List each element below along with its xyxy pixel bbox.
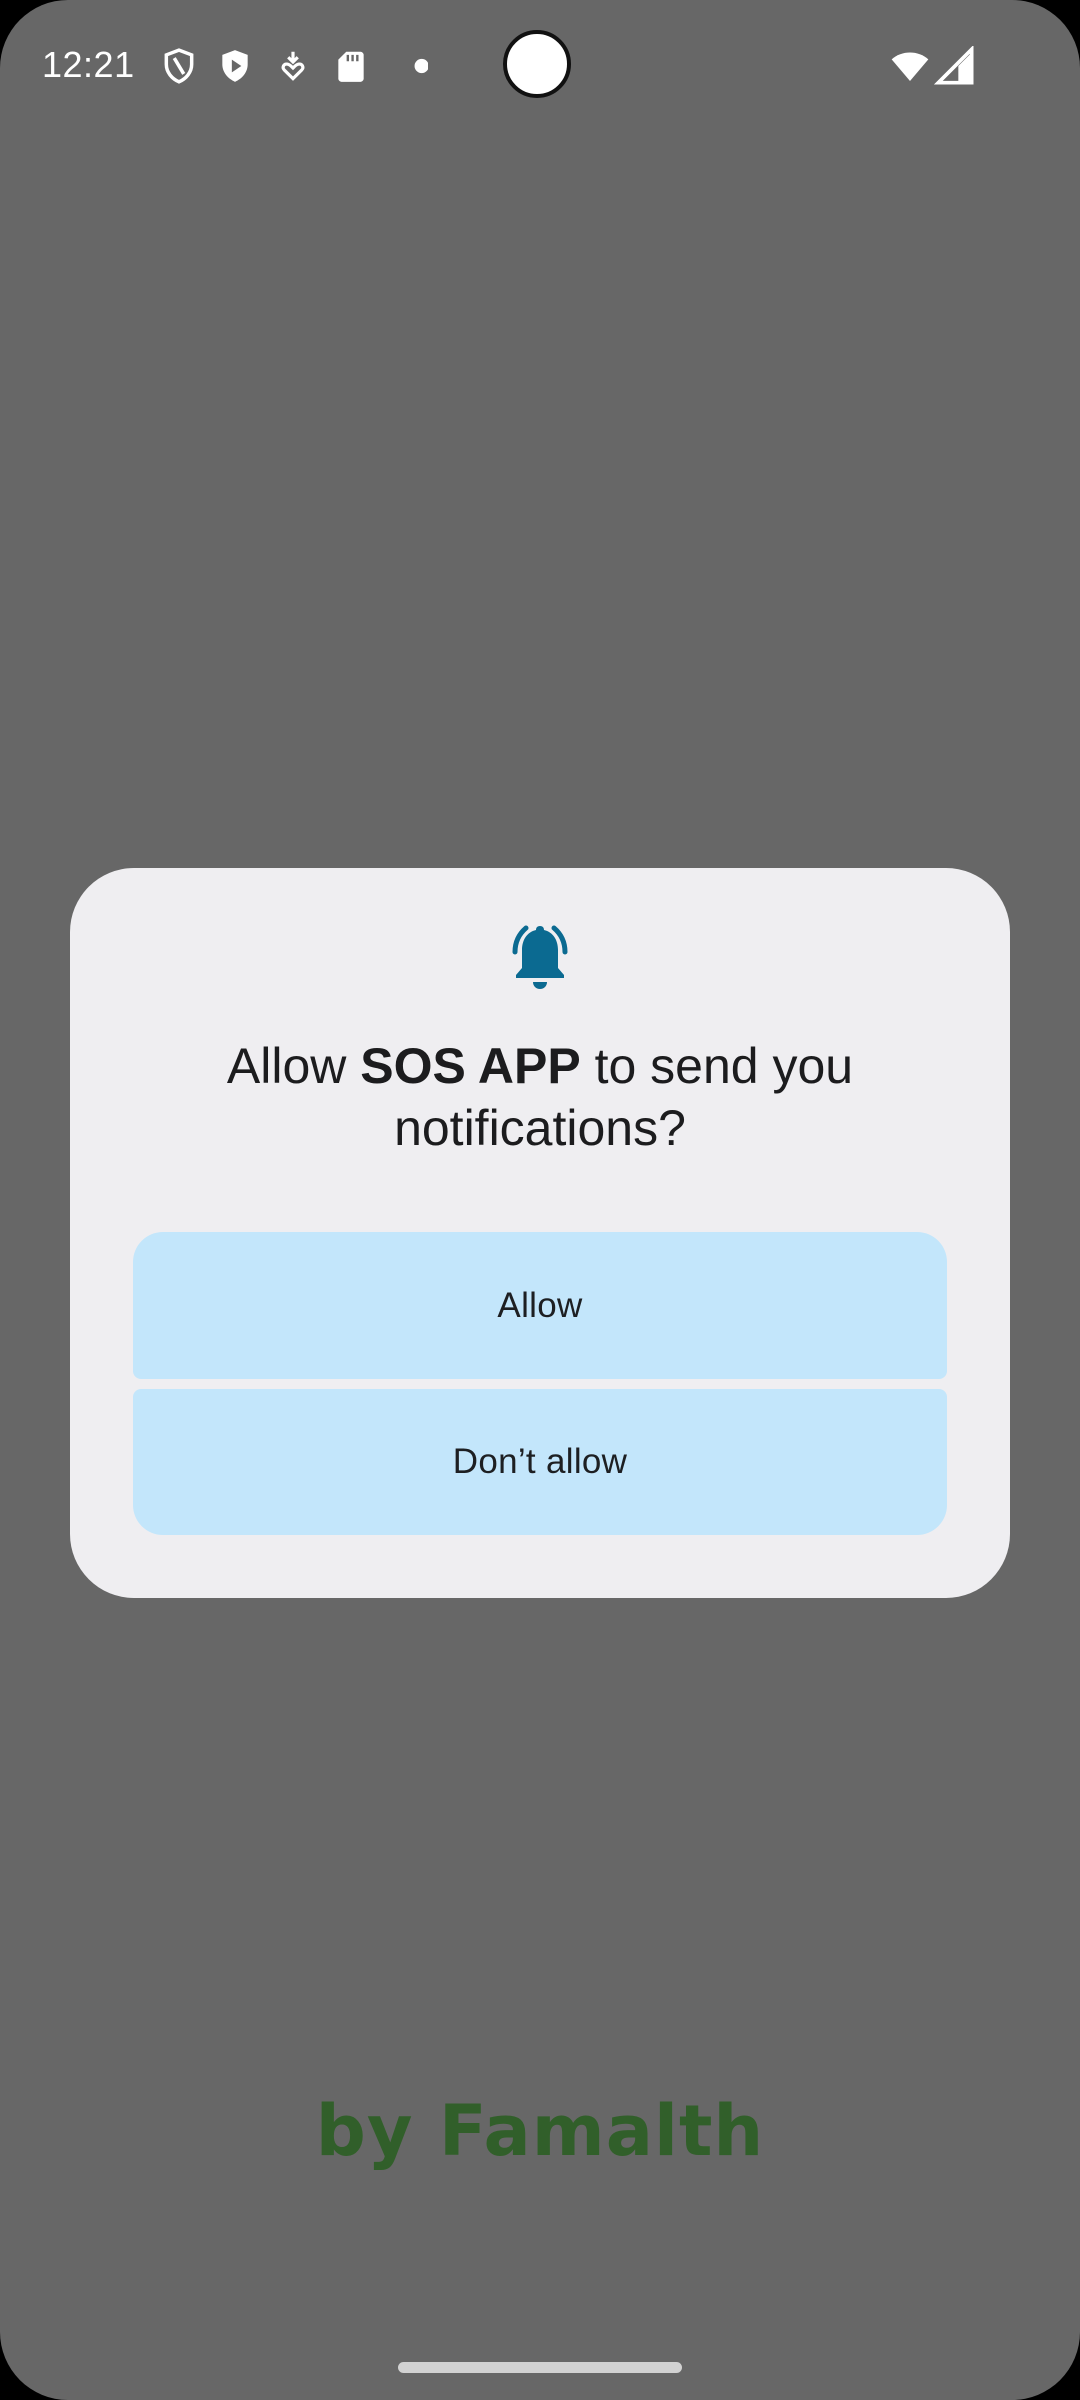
download-heart-icon: [281, 51, 305, 81]
dialog-title: Allow SOS APP to send you notifications?: [120, 1035, 960, 1159]
shield-play-icon: [222, 50, 248, 82]
sd-card-icon: [338, 51, 364, 82]
cellular-signal-icon: [934, 46, 974, 85]
brand-text: by Famalth: [315, 2090, 765, 2172]
dot-icon: [414, 58, 428, 74]
wifi-icon: [891, 52, 929, 81]
notification-bell-icon: [512, 925, 568, 989]
shield-outline-icon: [164, 48, 194, 84]
camera-cutout: [503, 30, 571, 98]
allow-button[interactable]: Allow: [133, 1232, 947, 1379]
dialog-title-prefix: Allow: [226, 1038, 361, 1094]
home-indicator[interactable]: [398, 2362, 682, 2373]
status-time: 12:21: [42, 44, 135, 85]
dont-allow-button[interactable]: Don’t allow: [133, 1389, 947, 1535]
app-screen: 12:21 Allow SOS APP to send you notifica…: [0, 0, 1080, 2400]
app-name: SOS APP: [360, 1038, 581, 1094]
status-bar: 12:21: [0, 0, 1080, 132]
